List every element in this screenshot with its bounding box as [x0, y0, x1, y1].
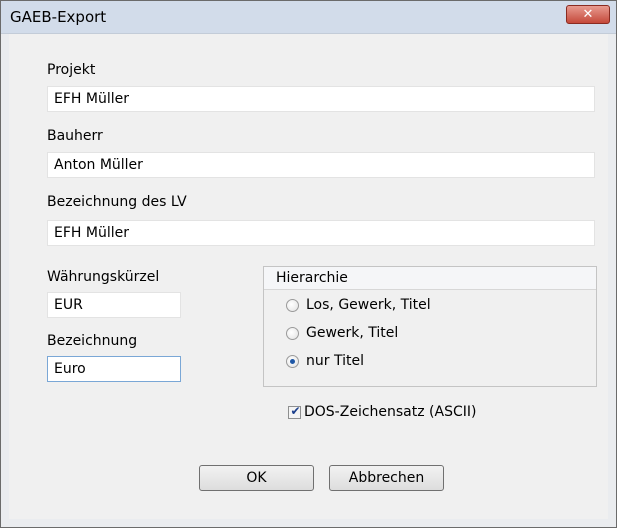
projekt-field[interactable]: EFH Müller [47, 86, 595, 112]
bezeichnung-lv-field[interactable]: EFH Müller [47, 220, 595, 246]
title-bar[interactable]: GAEB-Export ✕ [1, 1, 616, 34]
radio-button-icon[interactable] [286, 299, 299, 312]
projekt-label: Projekt [47, 62, 96, 78]
dialog-body: Projekt EFH Müller Bauherr Anton Müller … [9, 34, 608, 519]
close-button[interactable]: ✕ [566, 5, 610, 24]
bezeichnung-lv-label: Bezeichnung des LV [47, 194, 187, 210]
waehrungskuerzel-field[interactable]: EUR [47, 292, 181, 318]
cancel-button[interactable]: Abbrechen [329, 465, 444, 491]
radio-label: nur Titel [306, 353, 364, 369]
close-icon: ✕ [582, 7, 594, 22]
radio-button-icon[interactable] [286, 327, 299, 340]
bezeichnung-field[interactable]: Euro [47, 356, 181, 382]
bauherr-label: Bauherr [47, 128, 103, 144]
ok-button[interactable]: OK [199, 465, 314, 491]
waehrungskuerzel-label: Währungskürzel [47, 269, 160, 285]
hierarchie-title: Hierarchie [276, 270, 348, 286]
radio-label: Gewerk, Titel [306, 325, 399, 341]
window-title: GAEB-Export [10, 8, 107, 26]
hierarchie-header: Hierarchie [264, 267, 596, 290]
checkbox-icon[interactable]: ✔ [288, 404, 301, 419]
radio-label: Los, Gewerk, Titel [306, 297, 431, 313]
checkbox-label: DOS-Zeichensatz (ASCII) [304, 404, 477, 420]
hierarchie-group: Hierarchie Los, Gewerk, Titel Gewerk, Ti… [263, 266, 597, 387]
bauherr-field[interactable]: Anton Müller [47, 152, 595, 178]
bezeichnung-label: Bezeichnung [47, 333, 138, 349]
gaeb-export-dialog: GAEB-Export ✕ Projekt EFH Müller Bauherr… [0, 0, 617, 528]
checkmark-icon: ✔ [290, 404, 301, 418]
radio-button-selected-icon[interactable] [286, 355, 299, 368]
